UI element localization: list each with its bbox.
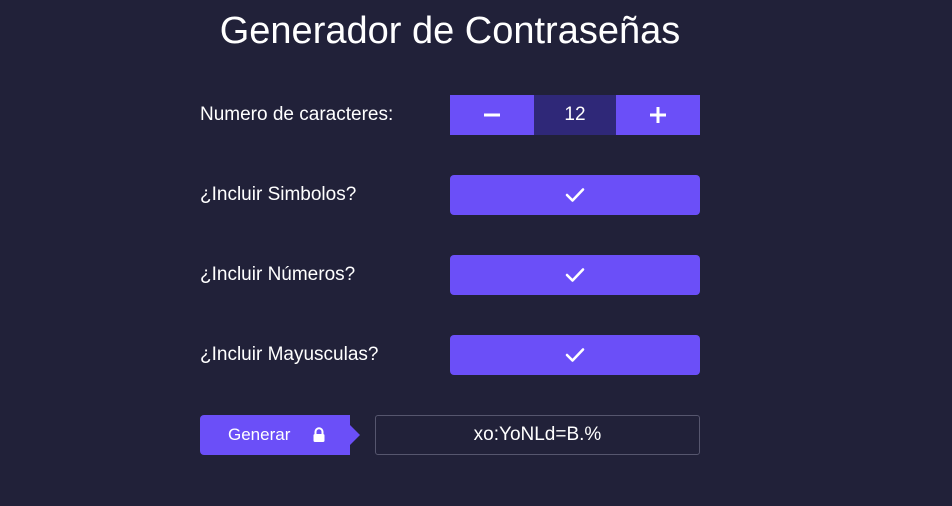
uppercase-label: ¿Incluir Mayusculas? [200, 344, 379, 365]
uppercase-toggle[interactable] [450, 335, 700, 375]
plus-icon [650, 107, 666, 123]
page-title: Generador de Contraseñas [219, 10, 681, 52]
length-row: Numero de caracteres: 12 [200, 95, 700, 135]
generate-button-label: Generar [228, 425, 291, 444]
length-stepper: 12 [450, 95, 700, 135]
password-output[interactable]: xo:YoNLd=B.% [375, 415, 700, 455]
length-label: Numero de caracteres: [200, 104, 394, 125]
generate-row: Generar xo:YoNLd=B.% [200, 415, 700, 455]
check-icon [565, 268, 585, 282]
generate-button[interactable]: Generar [200, 415, 360, 455]
numbers-label: ¿Incluir Números? [200, 264, 356, 285]
numbers-row: ¿Incluir Números? [200, 255, 700, 295]
password-generator-app: Generador de Contraseñas Numero de carac… [0, 0, 952, 506]
minus-icon [484, 113, 500, 117]
increment-button[interactable] [616, 95, 700, 135]
length-value: 12 [534, 95, 616, 135]
check-icon [565, 188, 585, 202]
check-icon [565, 348, 585, 362]
decrement-button[interactable] [450, 95, 534, 135]
symbols-toggle[interactable] [450, 175, 700, 215]
numbers-toggle[interactable] [450, 255, 700, 295]
lock-icon [312, 427, 326, 443]
symbols-row: ¿Incluir Simbolos? [200, 175, 700, 215]
symbols-label: ¿Incluir Simbolos? [200, 184, 357, 205]
uppercase-row: ¿Incluir Mayusculas? [200, 335, 700, 375]
